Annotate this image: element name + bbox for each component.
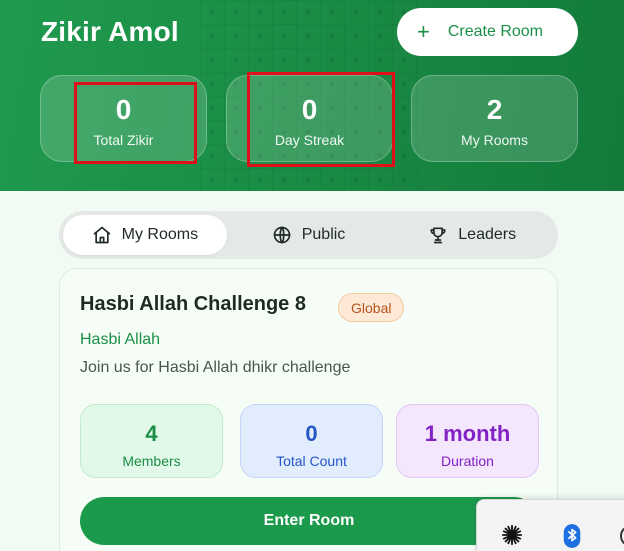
tab-my-rooms[interactable]: My Rooms: [63, 215, 227, 255]
system-tray-popup: [476, 499, 624, 551]
create-room-button[interactable]: + Create Room: [397, 8, 578, 56]
plus-icon: +: [417, 19, 430, 44]
room-stat-value: 4: [145, 421, 158, 446]
trophy-icon: [430, 227, 446, 244]
room-title: Hasbi Allah Challenge 8: [80, 293, 306, 315]
room-stat-duration: 1 month Duration: [396, 404, 539, 478]
room-stat-label: Total Count: [276, 453, 347, 469]
enter-room-button[interactable]: Enter Room: [80, 497, 538, 545]
app-title: Zikir Amol: [41, 16, 179, 47]
create-room-label: Create Room: [447, 23, 544, 40]
tab-label: Leaders: [458, 226, 517, 243]
highlight-box-total-zikir: [74, 82, 197, 164]
stat-my-rooms: 2 My Rooms: [411, 75, 578, 162]
room-stat-value: 1 month: [424, 421, 511, 446]
room-stat-total-count: 0 Total Count: [240, 404, 383, 478]
starburst-icon[interactable]: [501, 524, 523, 546]
room-stat-label: Members: [122, 453, 181, 469]
room-description: Join us for Hasbi Allah dhikr challenge: [80, 359, 351, 376]
bluetooth-icon[interactable]: [561, 524, 583, 548]
stat-value: 2: [486, 94, 503, 125]
tab-leaders[interactable]: Leaders: [390, 215, 554, 255]
stat-label: My Rooms: [461, 132, 528, 148]
highlight-box-day-streak: [247, 72, 395, 167]
partial-icon[interactable]: [619, 524, 624, 548]
home-icon: [93, 226, 110, 244]
globe-icon: [273, 226, 291, 244]
room-type-badge: Global: [338, 293, 405, 322]
tab-label: Public: [301, 226, 346, 243]
room-stat-members: 4 Members: [80, 404, 223, 478]
room-tabs: My Rooms Public Leaders: [59, 211, 558, 259]
tab-public[interactable]: Public: [227, 215, 391, 255]
room-stat-value: 0: [305, 421, 318, 446]
tab-label: My Rooms: [121, 226, 199, 243]
room-dhikr: Hasbi Allah: [80, 331, 161, 348]
room-stat-label: Duration: [441, 453, 494, 469]
